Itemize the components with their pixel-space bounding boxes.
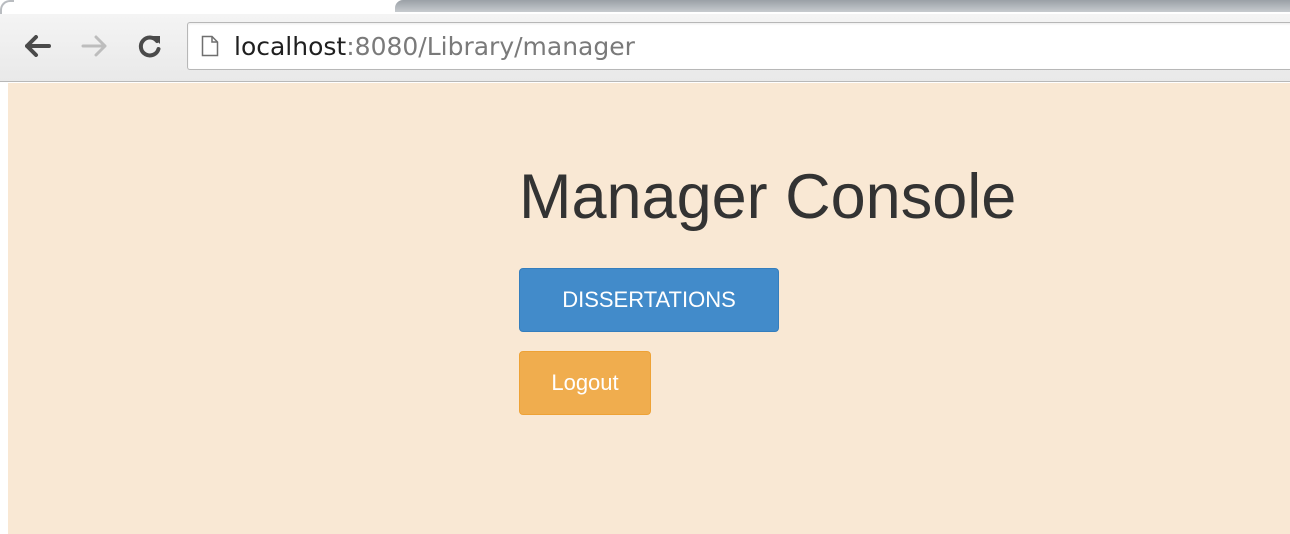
- page-icon: [201, 35, 219, 57]
- address-url: localhost:8080/Library/manager: [234, 32, 635, 62]
- arrow-left-icon: [25, 35, 51, 57]
- back-button[interactable]: [20, 28, 56, 64]
- dissertations-button[interactable]: DISSERTATIONS: [519, 268, 779, 332]
- window-left-edge: [0, 83, 8, 534]
- url-host: localhost: [234, 32, 347, 61]
- page-viewport: Manager Console DISSERTATIONS Logout: [8, 83, 1290, 534]
- logout-button[interactable]: Logout: [519, 351, 651, 415]
- tab-strip: [0, 0, 1290, 14]
- tab-strip-edge: [395, 0, 1290, 12]
- reload-icon: [138, 35, 161, 58]
- page-title: Manager Console: [519, 162, 1017, 232]
- forward-button[interactable]: [76, 28, 112, 64]
- tab-edge-left: [0, 0, 14, 14]
- address-bar[interactable]: localhost:8080/Library/manager: [187, 22, 1290, 70]
- url-path: :8080/Library/manager: [346, 32, 635, 61]
- arrow-right-icon: [81, 35, 107, 57]
- browser-toolbar: localhost:8080/Library/manager: [0, 14, 1290, 82]
- reload-button[interactable]: [132, 28, 168, 64]
